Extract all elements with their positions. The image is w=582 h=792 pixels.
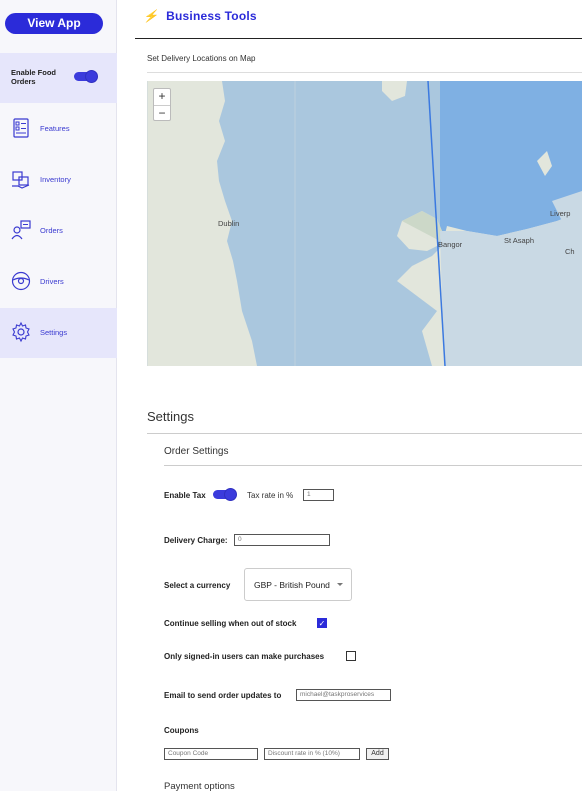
drivers-icon: [11, 271, 31, 291]
sidebar-item-label: Features: [40, 124, 70, 133]
main-content: ⚡ Business Tools Set Delivery Locations o…: [117, 0, 582, 792]
lightning-icon: ⚡: [143, 9, 159, 23]
delivery-charge-input[interactable]: 0: [234, 534, 330, 546]
signed-in-checkbox[interactable]: [346, 651, 356, 661]
map-place-dublin: Dublin: [218, 219, 239, 228]
divider: [135, 38, 582, 39]
sidebar-item-label: Orders: [40, 226, 63, 235]
chevron-down-icon: [337, 583, 343, 586]
sidebar-item-inventory[interactable]: Inventory: [0, 155, 117, 205]
email-input[interactable]: michael@taskproservices: [296, 689, 391, 701]
features-icon: [13, 118, 29, 138]
sidebar-item-label: Drivers: [40, 277, 64, 286]
zoom-in-button[interactable]: +: [154, 89, 170, 105]
continue-selling-label: Continue selling when out of stock: [164, 619, 297, 628]
settings-icon: [12, 321, 30, 343]
sidebar-item-features[interactable]: Features: [0, 104, 117, 154]
sidebar-item-drivers[interactable]: Drivers: [0, 257, 117, 307]
zoom-out-button[interactable]: −: [154, 105, 170, 121]
inventory-icon: [12, 171, 30, 189]
sidebar-item-orders[interactable]: Orders: [0, 206, 117, 256]
settings-heading: Settings: [147, 409, 194, 424]
enable-food-orders-row: Enable Food Orders: [0, 53, 117, 103]
order-settings-heading: Order Settings: [164, 446, 229, 457]
map-place-bangor: Bangor: [438, 240, 463, 249]
discount-rate-input[interactable]: Discount rate in % (10%): [264, 748, 360, 760]
sidebar-item-label: Settings: [40, 328, 68, 337]
email-label: Email to send order updates to: [164, 691, 282, 700]
tax-rate-label: Tax rate in %: [247, 491, 294, 500]
tax-rate-input[interactable]: 1: [303, 489, 334, 501]
divider: [164, 465, 582, 466]
page-title-text: Business Tools: [166, 9, 257, 23]
divider: [147, 72, 582, 73]
continue-selling-checkbox[interactable]: ✓: [317, 618, 327, 628]
map-zoom-control: + −: [153, 88, 171, 121]
map-place-ch: Ch: [565, 247, 575, 256]
coupon-code-input[interactable]: Coupon Code: [164, 748, 258, 760]
add-coupon-button[interactable]: Add: [366, 748, 389, 760]
enable-tax-toggle[interactable]: [213, 488, 237, 501]
currency-select[interactable]: GBP - British Pound: [244, 568, 352, 601]
currency-label: Select a currency: [164, 581, 231, 590]
map-section-label: Set Delivery Locations on Map: [147, 54, 256, 63]
sidebar-item-label: Inventory: [40, 175, 71, 184]
enable-food-orders-label: Enable Food Orders: [11, 68, 56, 86]
map-place-st-asaph: St Asaph: [504, 236, 534, 245]
delivery-map[interactable]: Dublin Bangor St Asaph Liverp Ch + −: [147, 81, 582, 366]
map-canvas[interactable]: Dublin Bangor St Asaph Liverp Ch: [147, 81, 582, 366]
payment-options-heading: Payment options: [164, 781, 235, 792]
sidebar-item-settings[interactable]: Settings: [0, 308, 117, 358]
enable-tax-label: Enable Tax: [164, 491, 206, 500]
toggle-knob: [224, 488, 237, 501]
coupons-label: Coupons: [164, 726, 199, 735]
currency-select-value: GBP - British Pound: [254, 580, 330, 590]
view-app-button[interactable]: View App: [5, 13, 103, 34]
map-place-liverp: Liverp: [550, 209, 570, 218]
delivery-charge-label: Delivery Charge:: [164, 536, 228, 545]
orders-icon: [11, 220, 31, 240]
enable-food-orders-toggle[interactable]: [74, 70, 98, 83]
toggle-knob: [85, 70, 98, 83]
signed-in-label: Only signed-in users can make purchases: [164, 652, 325, 661]
sidebar: View App Enable Food Orders Features Inv…: [0, 0, 117, 791]
divider: [147, 433, 582, 434]
page-title: ⚡ Business Tools: [143, 9, 257, 23]
